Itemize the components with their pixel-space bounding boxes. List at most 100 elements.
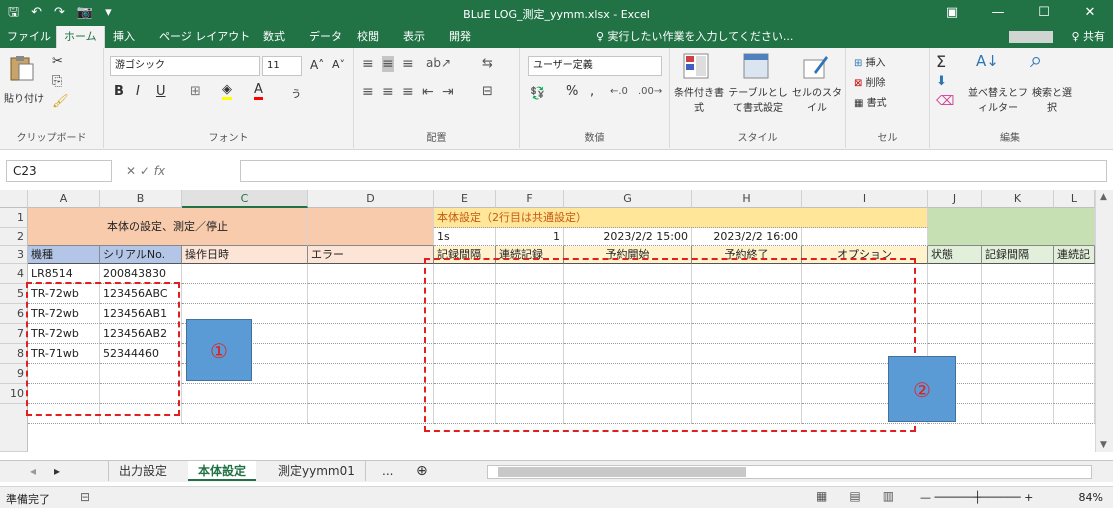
cell-serial[interactable]: 200843830	[100, 264, 182, 284]
empty-cell[interactable]	[982, 284, 1054, 304]
tab-page-layout[interactable]: ページ レイアウト	[152, 26, 257, 48]
macro-record-icon[interactable]: ⊟	[80, 490, 90, 504]
cell-g2[interactable]: 2023/2/2 15:00	[564, 228, 692, 246]
fill-icon[interactable]: ⬇	[936, 74, 947, 89]
empty-cell[interactable]	[982, 304, 1054, 324]
orientation-icon[interactable]: ab↗	[426, 56, 451, 70]
header-state[interactable]: 状態	[928, 246, 982, 264]
select-all-corner[interactable]	[0, 190, 28, 208]
bold-button[interactable]: B	[114, 84, 124, 99]
page-layout-view-icon[interactable]: ▤	[849, 489, 860, 503]
increase-decimal-icon[interactable]: ←.0	[610, 86, 628, 97]
delete-cells-button[interactable]: ⊠ 削除	[854, 74, 886, 89]
empty-cell[interactable]	[982, 384, 1054, 404]
col-header-e[interactable]: E	[434, 190, 496, 208]
row-header-10[interactable]: 10	[0, 384, 28, 404]
decrease-decimal-icon[interactable]: .00→	[638, 86, 662, 97]
grow-font-icon[interactable]: A˄	[310, 58, 324, 72]
align-right-icon[interactable]: ≡	[402, 84, 414, 100]
copy-icon[interactable]: ⎘	[52, 74, 62, 89]
shrink-font-icon[interactable]: A˅	[332, 58, 345, 71]
zoom-level[interactable]: 84%	[1079, 491, 1103, 504]
row-header-8[interactable]: 8	[0, 344, 28, 364]
tab-home[interactable]: ホーム	[56, 26, 105, 48]
sort-filter-icon[interactable]: A↓	[976, 52, 999, 70]
empty-cell[interactable]	[1054, 304, 1095, 324]
percent-button[interactable]: %	[566, 84, 578, 99]
format-cells-button[interactable]: ▦ 書式	[854, 94, 887, 109]
scroll-down-icon[interactable]: ▼	[1100, 440, 1107, 450]
cell-e2[interactable]: 1s	[434, 228, 496, 246]
empty-cell[interactable]	[928, 264, 982, 284]
comma-button[interactable]: ,	[590, 84, 594, 99]
empty-cell[interactable]	[308, 384, 434, 404]
tab-formulas[interactable]: 数式	[256, 26, 292, 48]
empty-cell[interactable]	[308, 344, 434, 364]
empty-cell[interactable]	[182, 264, 308, 284]
empty-cell[interactable]	[308, 404, 434, 424]
next-sheet-icon[interactable]: ▸	[44, 461, 70, 481]
row-header-9[interactable]: 9	[0, 364, 28, 384]
col-header-k[interactable]: K	[982, 190, 1054, 208]
add-sheet-icon[interactable]: ⊕	[406, 461, 438, 481]
minimize-button[interactable]: —	[975, 0, 1021, 26]
border-icon[interactable]: ⊞	[190, 84, 201, 99]
vertical-scrollbar[interactable]: ▲ ▼	[1095, 190, 1113, 452]
sort-filter-button[interactable]: 並べ替えとフィルター	[966, 84, 1030, 114]
empty-cell[interactable]	[1054, 264, 1095, 284]
spreadsheet-grid[interactable]: A B C D E F G H I J K L 1 2 3 4 5 6 7 8 …	[0, 190, 1095, 452]
empty-cell[interactable]	[982, 264, 1054, 284]
empty-cell[interactable]	[308, 304, 434, 324]
currency-icon[interactable]: 💱	[530, 86, 545, 100]
scroll-thumb[interactable]	[498, 467, 746, 477]
italic-button[interactable]: I	[136, 84, 140, 99]
autosum-icon[interactable]: Σ	[936, 52, 946, 71]
name-box[interactable]: C23	[6, 160, 112, 182]
scroll-up-icon[interactable]: ▲	[1100, 192, 1107, 202]
empty-cell[interactable]	[928, 324, 982, 344]
empty-cell[interactable]	[982, 324, 1054, 344]
cell-d1[interactable]	[308, 208, 434, 246]
col-header-h[interactable]: H	[692, 190, 802, 208]
col-header-i[interactable]: I	[802, 190, 928, 208]
cell-i2[interactable]	[802, 228, 928, 246]
cell-f2[interactable]: 1	[496, 228, 564, 246]
empty-cell[interactable]	[1054, 344, 1095, 364]
empty-cell[interactable]	[928, 304, 982, 324]
col-header-f[interactable]: F	[496, 190, 564, 208]
formula-input[interactable]	[240, 160, 1107, 182]
increase-indent-icon[interactable]: ⇥	[442, 84, 454, 100]
fx-icon[interactable]: ✕ ✓ fx	[126, 164, 165, 178]
font-size-select[interactable]: 11	[262, 56, 302, 76]
conditional-format-button[interactable]: 条件付き書式	[672, 84, 726, 114]
user-account[interactable]	[1009, 31, 1053, 43]
empty-cell[interactable]	[182, 384, 308, 404]
number-format-select[interactable]: ユーザー定義	[528, 56, 662, 76]
paste-button[interactable]: 貼り付け	[4, 90, 44, 105]
more-sheets-button[interactable]: ...	[372, 461, 403, 481]
empty-cell[interactable]	[1054, 384, 1095, 404]
tab-file[interactable]: ファイル	[0, 26, 58, 48]
tab-insert[interactable]: 挿入	[106, 26, 142, 48]
find-icon[interactable]: ⌕	[1030, 48, 1042, 73]
row-header-1[interactable]: 1	[0, 208, 28, 228]
row-header-5[interactable]: 5	[0, 284, 28, 304]
empty-cell[interactable]	[1054, 324, 1095, 344]
format-painter-icon[interactable]: 🖌	[52, 94, 69, 109]
align-middle-icon[interactable]: ≡	[382, 56, 394, 72]
empty-cell[interactable]	[182, 404, 308, 424]
row-header-3[interactable]: 3	[0, 246, 28, 264]
align-left-icon[interactable]: ≡	[362, 84, 374, 100]
cell-model[interactable]: LR8514	[28, 264, 100, 284]
header-record-interval-2[interactable]: 記録間隔	[982, 246, 1054, 264]
tab-data[interactable]: データ	[302, 26, 349, 48]
empty-cell[interactable]	[1054, 284, 1095, 304]
prev-sheet-icon[interactable]: ◂	[20, 461, 46, 481]
header-continuous-2[interactable]: 連続記	[1054, 246, 1095, 264]
header-error[interactable]: エラー	[308, 246, 434, 264]
align-top-icon[interactable]: ≡	[362, 56, 374, 72]
close-button[interactable]: ✕	[1067, 0, 1113, 26]
col-header-d[interactable]: D	[308, 190, 434, 208]
underline-button[interactable]: U	[156, 84, 166, 99]
cell-style-button[interactable]: セルのスタイル	[792, 84, 842, 114]
